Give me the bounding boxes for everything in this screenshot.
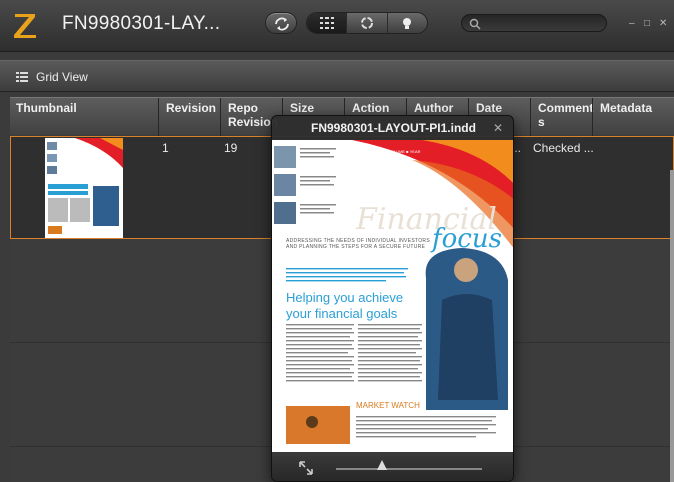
- column-header-comment[interactable]: Comment s: [538, 101, 593, 129]
- document-thumbnail: [45, 138, 123, 238]
- column-header-text: Comment: [538, 101, 594, 115]
- lightbulb-button[interactable]: [388, 13, 427, 33]
- scrollbar[interactable]: [670, 170, 674, 482]
- refresh-icon: [275, 17, 289, 31]
- column-header-revision[interactable]: Revision: [166, 101, 216, 115]
- column-header-author[interactable]: Author: [414, 101, 453, 115]
- column-header-date[interactable]: Date: [476, 101, 502, 115]
- page-heading-focus: focus: [432, 224, 502, 254]
- recycle-icon: [360, 17, 373, 29]
- preview-popup: FN9980301-LAYOUT-PI1.indd ✕ Financial fo…: [271, 115, 514, 482]
- refresh-button[interactable]: [265, 12, 297, 34]
- column-divider[interactable]: [220, 98, 221, 136]
- app-logo-icon: [12, 10, 38, 40]
- zoom-slider-track[interactable]: [336, 468, 482, 470]
- repo-revision-cell: 19: [224, 141, 238, 155]
- expand-icon[interactable]: [298, 460, 314, 476]
- page-issue-info: ■ ISSUE ■ VOLUME ■ YEAR: [368, 149, 421, 154]
- thumbnail-image[interactable]: [45, 138, 123, 238]
- grid-view-label: Grid View: [36, 70, 88, 84]
- preview-footer: [272, 452, 513, 481]
- column-header-text: Repo: [228, 101, 258, 115]
- page-headline-2: your financial goals: [286, 306, 398, 321]
- view-mode-segmented-control: [306, 12, 428, 34]
- app-window: FN9980301-LAY... – □ ✕ Grid View Thumbna…: [0, 0, 674, 482]
- search-icon: [469, 18, 481, 30]
- maximize-button[interactable]: □: [644, 18, 650, 29]
- revision-cell: 1: [162, 141, 169, 155]
- document-title: FN9980301-LAY...: [62, 13, 221, 34]
- grid-icon: [319, 17, 334, 29]
- column-header-action[interactable]: Action: [352, 101, 389, 115]
- column-divider[interactable]: [592, 98, 593, 136]
- column-header-metadata[interactable]: Metadata: [600, 101, 652, 115]
- recycle-button[interactable]: [347, 13, 388, 33]
- page-headline-1: Helping you achieve: [286, 290, 404, 305]
- column-header-thumbnail[interactable]: Thumbnail: [16, 101, 77, 115]
- grid-view-button[interactable]: [307, 13, 348, 33]
- title-bar: FN9980301-LAY... – □ ✕: [0, 0, 674, 52]
- column-header-size[interactable]: Size: [290, 101, 314, 115]
- zoom-slider-handle[interactable]: [377, 460, 387, 470]
- preview-title: FN9980301-LAYOUT-PI1.indd: [311, 121, 476, 135]
- lightbulb-icon: [403, 18, 412, 29]
- close-icon[interactable]: ✕: [493, 121, 503, 135]
- column-divider[interactable]: [530, 98, 531, 136]
- column-divider[interactable]: [158, 98, 159, 136]
- grid-icon: [16, 72, 28, 82]
- view-toolbar: Grid View: [0, 60, 674, 92]
- column-header-text: s: [538, 115, 545, 129]
- preview-page[interactable]: Financial focus ■ ISSUE ■ VOLUME ■ YEAR …: [272, 140, 513, 452]
- page-tagline: ADDRESSING THE NEEDS OF INDIVIDUAL INVES…: [286, 238, 430, 250]
- page-market-watch: MARKET WATCH: [356, 401, 420, 410]
- comment-cell: Checked ...: [533, 141, 594, 155]
- close-window-button[interactable]: ✕: [659, 18, 667, 29]
- search-input[interactable]: [461, 14, 607, 32]
- minimize-button[interactable]: –: [629, 18, 635, 29]
